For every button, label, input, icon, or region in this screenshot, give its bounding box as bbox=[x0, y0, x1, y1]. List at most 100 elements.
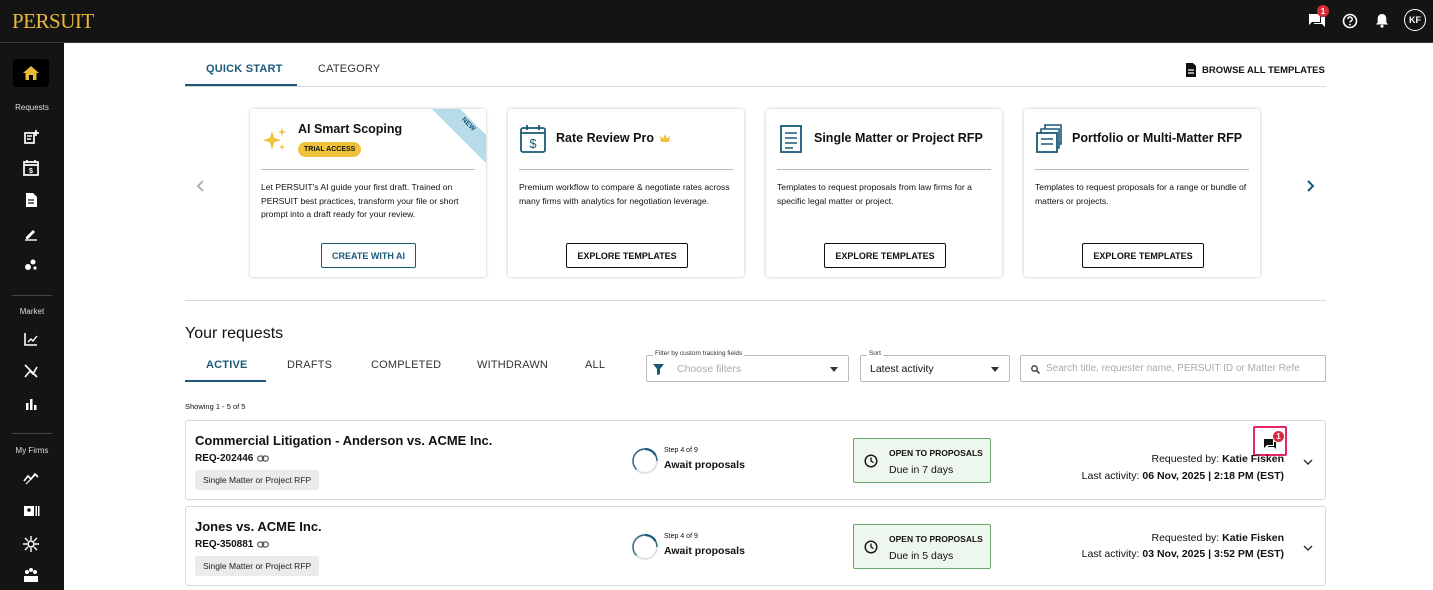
last-activity-value: 06 Nov, 2025 | 2:18 PM (EST) bbox=[1142, 470, 1284, 482]
chevron-down-icon[interactable] bbox=[1302, 456, 1314, 468]
chat-icon[interactable]: 1 bbox=[1307, 5, 1329, 31]
link-icon bbox=[257, 541, 270, 548]
help-icon[interactable] bbox=[1340, 11, 1360, 31]
chevron-left-icon bbox=[196, 180, 204, 192]
due-label: Due in 7 days bbox=[889, 464, 954, 476]
rates-calendar-icon[interactable]: $ bbox=[22, 159, 40, 177]
svg-text:$: $ bbox=[529, 136, 537, 151]
tab-all[interactable]: ALL bbox=[585, 359, 605, 371]
sort-label: Sort bbox=[867, 350, 883, 357]
tab-category[interactable]: CATEGORY bbox=[318, 63, 380, 75]
tabs-divider bbox=[185, 86, 1326, 87]
tab-active-underline bbox=[185, 380, 266, 382]
clock-icon bbox=[864, 454, 878, 468]
document-icon bbox=[1186, 63, 1196, 77]
last-activity: Last activity: 06 Nov, 2025 | 2:18 PM (E… bbox=[1082, 470, 1284, 482]
step-progress-icon bbox=[630, 446, 660, 476]
status-label: OPEN TO PROPOSALS bbox=[889, 448, 983, 458]
tab-completed[interactable]: COMPLETED bbox=[371, 359, 441, 371]
chat-badge: 1 bbox=[1317, 5, 1329, 17]
chat-highlight-box bbox=[1253, 426, 1287, 456]
explore-templates-button[interactable]: EXPLORE TEMPLATES bbox=[824, 243, 946, 268]
explore-templates-button[interactable]: EXPLORE TEMPLATES bbox=[566, 243, 688, 268]
last-activity: Last activity: 03 Nov, 2025 | 3:52 PM (E… bbox=[1082, 548, 1284, 560]
chevron-down-icon bbox=[991, 367, 999, 372]
request-id-row: REQ-202446 bbox=[195, 453, 270, 464]
due-label: Due in 5 days bbox=[889, 550, 954, 562]
chevron-right-icon bbox=[1307, 180, 1315, 192]
card-title-row: Rate Review Pro bbox=[556, 131, 671, 145]
single-document-icon bbox=[777, 123, 805, 155]
card-description: Templates to request proposals for a ran… bbox=[1035, 182, 1247, 206]
sidebar: Requests $ Market My Firms bbox=[0, 43, 64, 590]
user-avatar[interactable]: KF bbox=[1404, 9, 1426, 31]
tab-withdrawn[interactable]: WITHDRAWN bbox=[477, 359, 548, 371]
step-name: Await proposals bbox=[664, 545, 745, 557]
request-id: REQ-202446 bbox=[195, 453, 254, 464]
request-type-tag: Single Matter or Project RFP bbox=[195, 556, 320, 576]
request-title[interactable]: Commercial Litigation - Anderson vs. ACM… bbox=[195, 433, 492, 448]
step-count: Step 4 of 9 bbox=[664, 533, 698, 540]
firms-network-icon[interactable] bbox=[22, 535, 40, 553]
bell-icon[interactable] bbox=[1372, 11, 1392, 31]
card-portfolio-multi-matter-rfp: Portfolio or Multi-Matter RFP Templates … bbox=[1024, 109, 1260, 277]
market-bar-icon[interactable] bbox=[22, 395, 40, 413]
carousel-next-button[interactable] bbox=[1303, 179, 1317, 193]
signature-icon[interactable] bbox=[22, 224, 40, 242]
home-icon bbox=[23, 66, 39, 80]
firms-performance-icon[interactable] bbox=[22, 469, 40, 487]
search-input[interactable]: Search title, requester name, PERSUIT ID… bbox=[1020, 355, 1326, 382]
browse-all-templates-button[interactable]: BROWSE ALL TEMPLATES bbox=[1185, 62, 1325, 78]
tab-active-underline bbox=[185, 84, 297, 86]
card-title: AI Smart Scoping bbox=[298, 122, 403, 136]
card-description: Templates to request proposals from law … bbox=[777, 182, 972, 206]
link-icon bbox=[257, 455, 270, 462]
carousel-prev-button[interactable] bbox=[194, 179, 208, 193]
card-separator bbox=[777, 169, 991, 170]
request-id: REQ-350881 bbox=[195, 539, 254, 550]
request-row[interactable]: Jones vs. ACME Inc. REQ-350881 Single Ma… bbox=[185, 506, 1326, 586]
tab-quick-start[interactable]: QUICK START bbox=[206, 63, 283, 75]
firms-card-icon[interactable] bbox=[22, 502, 40, 520]
browse-all-label: BROWSE ALL TEMPLATES bbox=[1202, 64, 1325, 76]
sidebar-section-requests: Requests bbox=[15, 103, 49, 112]
last-activity-label: Last activity: bbox=[1081, 548, 1140, 560]
portfolio-documents-icon bbox=[1035, 123, 1063, 155]
card-ai-smart-scoping: NEW AI Smart Scoping TRIAL ACCESS Let PE… bbox=[250, 109, 486, 277]
new-request-icon[interactable] bbox=[22, 128, 40, 146]
new-ribbon bbox=[419, 109, 486, 168]
market-chart-icon[interactable] bbox=[22, 330, 40, 348]
your-requests-title: Your requests bbox=[185, 325, 284, 342]
request-row[interactable]: Commercial Litigation - Anderson vs. ACM… bbox=[185, 420, 1326, 500]
card-rate-review-pro: $ Rate Review Pro Premium workflow to co… bbox=[508, 109, 744, 277]
card-description: Let PERSUIT's AI guide your first draft.… bbox=[261, 182, 459, 219]
sort-select[interactable]: Latest activity bbox=[860, 355, 1010, 382]
sidebar-section-my-firms: My Firms bbox=[15, 446, 49, 455]
card-title: Single Matter or Project RFP bbox=[814, 131, 983, 145]
rate-calendar-icon: $ bbox=[519, 123, 547, 155]
trial-access-badge: TRIAL ACCESS bbox=[298, 142, 362, 157]
crown-icon bbox=[659, 134, 670, 142]
explore-templates-button[interactable]: EXPLORE TEMPLATES bbox=[1082, 243, 1204, 268]
document-icon[interactable] bbox=[22, 191, 40, 209]
chevron-down-icon bbox=[830, 367, 838, 372]
step-progress-icon bbox=[630, 532, 660, 562]
firms-group-icon[interactable] bbox=[22, 567, 40, 585]
create-with-ai-button[interactable]: CREATE WITH AI bbox=[321, 243, 416, 268]
home-button[interactable] bbox=[13, 59, 49, 87]
request-type-tag: Single Matter or Project RFP bbox=[195, 470, 320, 490]
analytics-dots-icon[interactable] bbox=[22, 256, 40, 274]
persuit-logo[interactable]: PERSUIT bbox=[12, 9, 94, 34]
tab-drafts[interactable]: DRAFTS bbox=[287, 359, 332, 371]
status-badge: OPEN TO PROPOSALS Due in 5 days bbox=[853, 524, 991, 569]
requested-by-label: Requested by: bbox=[1151, 453, 1220, 465]
request-title[interactable]: Jones vs. ACME Inc. bbox=[195, 519, 322, 534]
chevron-down-icon[interactable] bbox=[1302, 542, 1314, 554]
custom-filter-select[interactable]: Choose filters bbox=[646, 355, 849, 382]
last-activity-label: Last activity: bbox=[1081, 470, 1140, 482]
tab-active[interactable]: ACTIVE bbox=[206, 359, 248, 371]
search-placeholder: Search title, requester name, PERSUIT ID… bbox=[1046, 363, 1300, 374]
market-trend-icon[interactable] bbox=[22, 362, 40, 380]
requested-by: Requested by: Katie Fisken bbox=[1152, 532, 1285, 544]
sort-value: Latest activity bbox=[870, 363, 934, 375]
